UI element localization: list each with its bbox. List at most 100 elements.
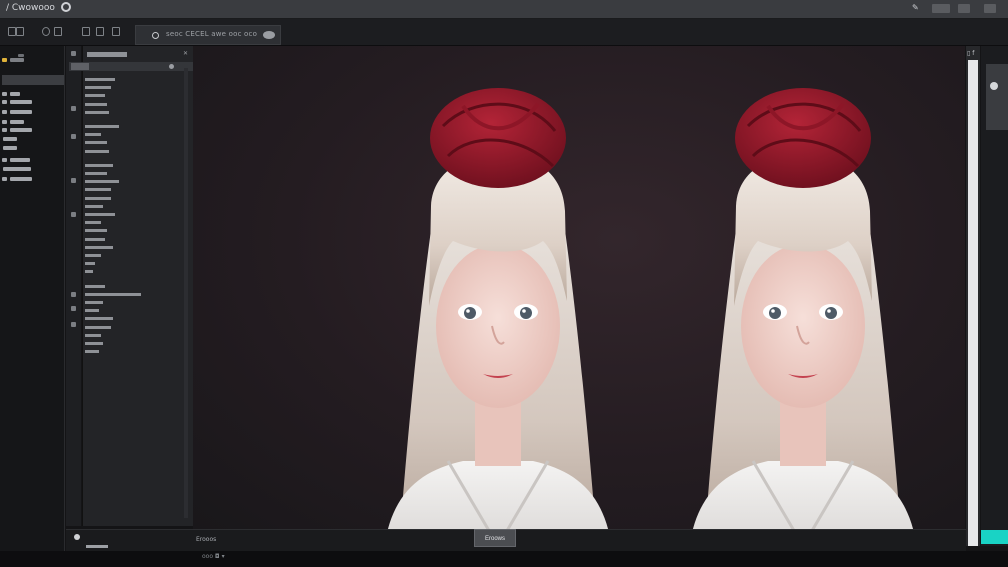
sidebar-item-3[interactable] — [10, 110, 32, 114]
portrait-right — [686, 86, 920, 529]
right-strip-icons[interactable]: ▯ f — [967, 50, 974, 57]
strip-icon-1[interactable] — [71, 51, 76, 56]
color-knob[interactable] — [990, 82, 998, 90]
layer-item[interactable] — [85, 172, 107, 175]
layer-item[interactable] — [85, 221, 101, 225]
layer-item[interactable] — [85, 78, 115, 81]
layer-item[interactable] — [85, 270, 93, 274]
sidebar-item-4[interactable] — [10, 120, 24, 124]
layer-item[interactable] — [85, 110, 109, 114]
image-canvas[interactable] — [193, 46, 965, 529]
status-bar: Erooos — [66, 529, 966, 552]
tool-icon-gear[interactable] — [42, 27, 50, 36]
folder-icon — [2, 158, 7, 162]
folder-icon — [2, 58, 7, 62]
layer-item[interactable] — [85, 94, 105, 98]
layer-item[interactable] — [85, 213, 115, 216]
tool-icon-group[interactable] — [112, 27, 120, 36]
layer-item[interactable] — [85, 102, 107, 106]
strip-icon-4[interactable] — [71, 178, 76, 183]
scrollbar[interactable] — [184, 68, 188, 518]
layer-item[interactable] — [85, 292, 141, 296]
window-close-button[interactable] — [984, 4, 996, 13]
tool-icon-layer[interactable] — [96, 27, 104, 36]
panel-search[interactable] — [69, 62, 193, 71]
layer-item[interactable] — [85, 284, 105, 288]
tab-active[interactable]: seoc CECEL awe ooc oco — [135, 25, 281, 45]
panel-header — [87, 52, 127, 57]
sidebar-item-9[interactable] — [3, 167, 31, 171]
strip-icon-8[interactable] — [71, 322, 76, 327]
layer-item[interactable] — [85, 309, 99, 313]
layer-item[interactable] — [85, 229, 107, 233]
icon-strip — [66, 46, 81, 526]
tool-icon-crop[interactable] — [54, 27, 62, 36]
layer-item[interactable] — [85, 262, 95, 266]
layer-item[interactable] — [85, 204, 103, 208]
tool-icon-move[interactable] — [16, 27, 24, 36]
folder-icon — [2, 100, 7, 104]
layer-item[interactable] — [85, 301, 103, 304]
strip-icon-5[interactable] — [71, 212, 76, 217]
sidebar-item-2[interactable] — [10, 100, 32, 104]
layer-item[interactable] — [85, 254, 101, 257]
home-icon[interactable] — [74, 534, 80, 540]
sidebar-item-selected[interactable] — [2, 75, 64, 85]
sidebar-item-1[interactable] — [10, 92, 20, 96]
sidebar-item-5[interactable] — [10, 128, 32, 132]
layer-item[interactable] — [85, 350, 99, 354]
vertical-scrollbar[interactable] — [968, 60, 978, 546]
layers-panel: ✕ — [69, 46, 194, 526]
layer-item[interactable] — [85, 125, 119, 128]
layer-item[interactable] — [85, 180, 119, 184]
tab-label: seoc CECEL awe ooc oco — [166, 30, 258, 38]
zoom-control[interactable]: ooo ◘ ▾ — [202, 553, 225, 560]
sidebar-item-6[interactable] — [3, 137, 17, 141]
layer-item[interactable] — [85, 317, 113, 321]
search-icon[interactable] — [169, 64, 174, 69]
footer: ooo ◘ ▾ — [0, 551, 1008, 567]
folder-icon — [2, 177, 7, 181]
strip-icon-6[interactable] — [71, 292, 76, 297]
close-icon[interactable]: ✕ — [183, 50, 188, 57]
layer-item[interactable] — [85, 196, 111, 200]
portrait-left — [381, 86, 615, 529]
toolbar: seoc CECEL awe ooc oco — [0, 19, 1008, 46]
strip-icon-7[interactable] — [71, 306, 76, 311]
layer-item[interactable] — [85, 86, 111, 90]
titlebar-button[interactable] — [932, 4, 950, 13]
sidebar-item-10[interactable] — [10, 177, 32, 181]
strip-icon-3[interactable] — [71, 134, 76, 139]
folder-icon — [2, 120, 7, 124]
accent-button[interactable] — [981, 530, 1008, 544]
layer-item[interactable] — [85, 237, 105, 241]
layer-item[interactable] — [85, 141, 107, 145]
tool-icon-select[interactable] — [8, 27, 16, 36]
folder-icon — [2, 92, 7, 96]
sidebar-item-7[interactable] — [3, 146, 17, 150]
layer-item[interactable] — [85, 149, 109, 153]
window-menu-button[interactable] — [958, 4, 970, 13]
gear-icon[interactable] — [61, 2, 71, 12]
tab-status-icon — [152, 32, 159, 39]
layer-item[interactable] — [85, 342, 103, 345]
tool-icon-copy[interactable] — [82, 27, 90, 36]
layer-item[interactable] — [85, 163, 113, 167]
canvas-image — [381, 86, 920, 529]
strip-icon-2[interactable] — [71, 106, 76, 111]
layer-item[interactable] — [85, 188, 111, 192]
pen-icon[interactable]: ✎ — [912, 3, 919, 12]
render-button[interactable]: Eroows — [474, 529, 516, 547]
sidebar-item-8[interactable] — [10, 158, 30, 162]
search-chip — [71, 63, 89, 70]
panel-menu-icon[interactable] — [18, 54, 24, 57]
layer-item[interactable] — [85, 325, 111, 329]
layer-item[interactable] — [85, 245, 113, 249]
app-title: / Cwowooo — [6, 3, 55, 13]
progress-indicator — [86, 545, 108, 548]
left-panel — [0, 46, 65, 551]
layer-item[interactable] — [85, 133, 101, 137]
eye-icon[interactable] — [263, 31, 275, 39]
layer-item[interactable] — [85, 333, 101, 337]
right-strip: ▯ f — [966, 46, 980, 546]
